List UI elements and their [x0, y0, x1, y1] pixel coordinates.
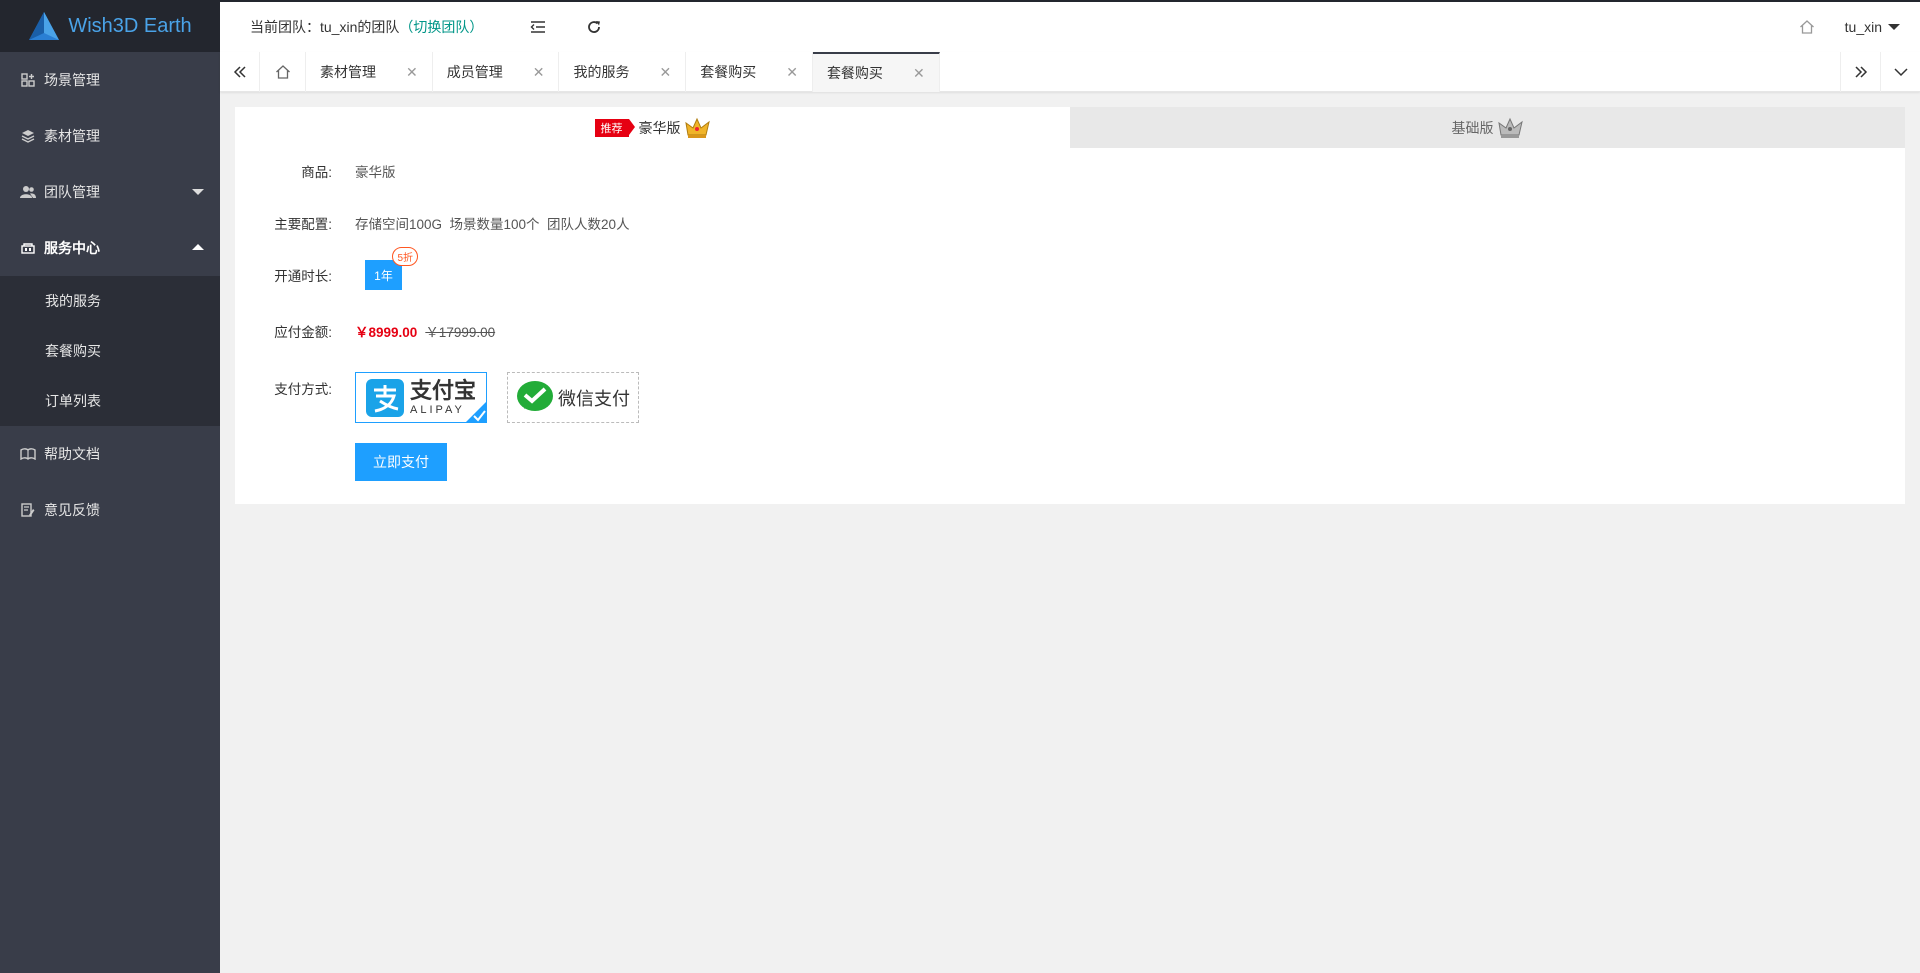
- sidebar-item-label: 团队管理: [44, 184, 100, 200]
- duration-value: 1年: [374, 268, 393, 283]
- sidebar-subitem-order-list[interactable]: 订单列表: [0, 376, 220, 426]
- username: tu_xin: [1844, 19, 1882, 35]
- tab-label: 套餐购买: [826, 65, 883, 81]
- pay-now-button[interactable]: 立即支付: [355, 443, 447, 481]
- tab-deluxe[interactable]: 推荐 豪华版: [235, 107, 1070, 148]
- sidebar-subitem-package-purchase[interactable]: 套餐购买: [0, 326, 220, 376]
- team-prefix: 当前团队：: [250, 19, 320, 35]
- amount-label: 应付金额:: [274, 325, 332, 340]
- crown-gold-icon: [684, 117, 710, 138]
- sidebar-item-label: 服务中心: [44, 240, 100, 256]
- tab-material[interactable]: 素材管理 ✕: [306, 52, 433, 92]
- chevron-up-icon: [192, 244, 204, 250]
- chevron-down-icon: [192, 189, 204, 195]
- sidebar-item-label: 素材管理: [44, 128, 100, 144]
- basic-label: 基础版: [1451, 119, 1494, 136]
- team-name: tu_xin的团队: [320, 19, 400, 35]
- deluxe-label: 豪华版: [638, 119, 681, 136]
- payment-wechat-option[interactable]: 微信支付: [507, 372, 639, 423]
- current-team: 当前团队：tu_xin的团队（切换团队）: [250, 17, 483, 37]
- close-icon[interactable]: ✕: [786, 64, 798, 81]
- sidebar-item-label: 帮助文档: [44, 446, 100, 462]
- price-original: ￥17999.00: [425, 325, 496, 340]
- recommend-badge: 推荐: [594, 118, 635, 137]
- page-tabs: 素材管理 ✕ 成员管理 ✕ 我的服务 ✕ 套餐购买 ✕ 套餐购买 ✕: [220, 52, 1920, 92]
- wechat-pay-label: 微信支付: [558, 388, 630, 409]
- payment-label: 支付方式:: [274, 382, 332, 397]
- sidebar-item-help[interactable]: 帮助文档: [0, 426, 220, 482]
- tabs-menu-chevron-down-icon[interactable]: [1880, 52, 1920, 92]
- logo[interactable]: Wish3D Earth: [0, 0, 220, 52]
- team-icon: [20, 184, 36, 200]
- alipay-logo-icon: [365, 378, 404, 417]
- sidebar-item-scene[interactable]: 场景管理: [0, 52, 220, 108]
- row-product: 商品: 豪华版: [235, 161, 396, 181]
- payment-alipay-option[interactable]: 支付宝 ALIPAY: [355, 372, 487, 423]
- alipay-cn-label: 支付宝: [409, 377, 476, 403]
- service-subnav: 我的服务 套餐购买 订单列表: [0, 276, 220, 426]
- product-label: 商品:: [301, 165, 332, 180]
- close-icon[interactable]: ✕: [913, 65, 925, 82]
- tabs-scroll-left-icon[interactable]: [220, 52, 260, 92]
- tab-package-purchase[interactable]: 套餐购买 ✕: [686, 52, 813, 92]
- tab-label: 素材管理: [320, 64, 376, 80]
- wish3d-logo-icon: [29, 12, 60, 40]
- tab-label: 成员管理: [446, 64, 503, 80]
- tab-label: 我的服务: [573, 64, 630, 80]
- wechat-pay-icon: [517, 380, 553, 411]
- sidebar-item-service[interactable]: 服务中心: [0, 220, 220, 276]
- tab-package-purchase-active[interactable]: 套餐购买 ✕: [812, 52, 940, 92]
- tab-home-icon[interactable]: [260, 52, 306, 92]
- sidebar-item-label: 意见反馈: [44, 502, 100, 518]
- switch-team-link[interactable]: （切换团队）: [399, 19, 483, 35]
- duration-option-1-year[interactable]: 1年 5折: [365, 247, 418, 290]
- tab-basic[interactable]: 基础版: [1070, 107, 1905, 148]
- tabs-right-controls: [1840, 52, 1920, 92]
- tabs-scroll-right-icon[interactable]: [1840, 52, 1880, 92]
- collapse-menu-icon[interactable]: [528, 17, 548, 37]
- product-value: 豪华版: [355, 165, 396, 180]
- tab-my-service[interactable]: 我的服务 ✕: [559, 52, 687, 92]
- tab-members[interactable]: 成员管理 ✕: [433, 52, 560, 92]
- refresh-icon[interactable]: [584, 17, 604, 37]
- config-value: 存储空间100G 场景数量100个 团队人数20人: [355, 217, 630, 232]
- sidebar-item-label: 场景管理: [44, 72, 100, 88]
- row-amount: 应付金额: ￥8999.00 ￥17999.00: [235, 321, 495, 341]
- home-icon[interactable]: [1797, 17, 1817, 37]
- sidebar-item-material[interactable]: 素材管理: [0, 108, 220, 164]
- caret-down-icon: [1888, 24, 1900, 30]
- header-right: tu_xin: [1797, 2, 1900, 52]
- book-icon: [20, 446, 36, 462]
- price-current: ￥8999.00: [355, 325, 418, 340]
- config-label: 主要配置:: [274, 217, 332, 232]
- close-icon[interactable]: ✕: [659, 64, 671, 81]
- feedback-icon: [20, 502, 36, 518]
- layers-icon: [20, 128, 36, 144]
- close-icon[interactable]: ✕: [406, 64, 418, 81]
- sidebar-subitem-my-service[interactable]: 我的服务: [0, 276, 220, 326]
- duration-label: 开通时长:: [274, 269, 332, 284]
- discount-badge: 5折: [392, 247, 418, 266]
- row-duration: 开通时长: 1年 5折: [235, 247, 418, 290]
- sidebar: Wish3D Earth 场景管理 素材管理 团队管理 服务中心 我的服务 套餐…: [0, 0, 220, 973]
- sidebar-item-team[interactable]: 团队管理: [0, 164, 220, 220]
- service-icon: [20, 240, 36, 256]
- scene-icon: [20, 72, 36, 88]
- row-config: 主要配置: 存储空间100G 场景数量100个 团队人数20人: [235, 213, 630, 233]
- tab-label: 套餐购买: [700, 64, 757, 80]
- user-menu[interactable]: tu_xin: [1845, 19, 1900, 35]
- selected-check-icon: [465, 401, 487, 423]
- package-version-tabs: 推荐 豪华版 基础版: [235, 107, 1905, 148]
- top-header: 当前团队：tu_xin的团队（切换团队） tu_xin: [220, 0, 1920, 52]
- package-purchase-card: 推荐 豪华版 基础版 商品: 豪华版 主要配置: 存储空间100G 场景数量10…: [235, 107, 1905, 504]
- crown-silver-icon: [1497, 117, 1523, 138]
- sidebar-item-feedback[interactable]: 意见反馈: [0, 482, 220, 538]
- app-name: Wish3D Earth: [68, 14, 192, 37]
- close-icon[interactable]: ✕: [533, 64, 545, 81]
- row-payment: 支付方式: 支付宝 ALIPAY 微信支付: [235, 372, 639, 423]
